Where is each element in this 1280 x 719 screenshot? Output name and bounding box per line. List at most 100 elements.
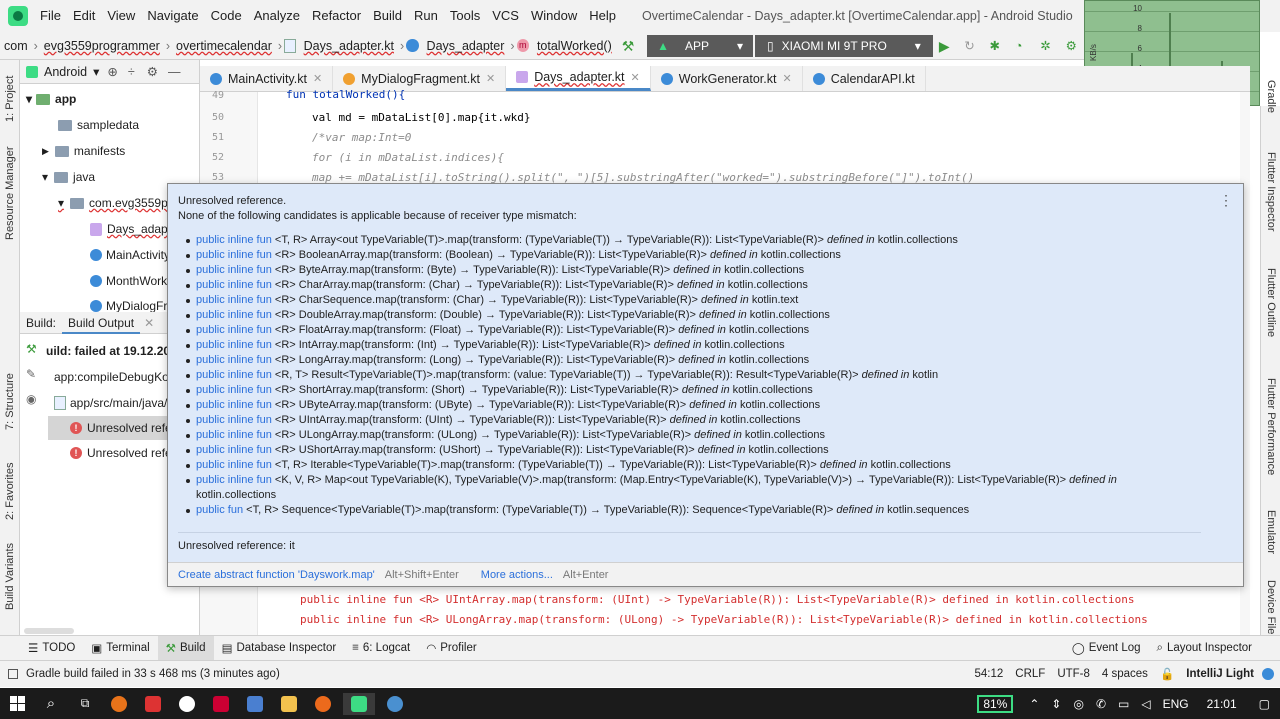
project-view-select[interactable]: Android xyxy=(44,65,87,79)
yandex-browser-icon[interactable] xyxy=(173,693,201,715)
minimize-icon[interactable]: — xyxy=(168,65,181,79)
breadcrumb-package-1[interactable]: evg3559programmer xyxy=(40,39,164,53)
caret-position[interactable]: 54:12 xyxy=(975,668,1004,680)
close-icon[interactable]: ✕ xyxy=(144,316,154,330)
pdf-reader-icon[interactable] xyxy=(207,693,235,715)
project-tool-tab[interactable]: 1: Project xyxy=(4,76,16,122)
tray-chevron-icon[interactable]: ⌃ xyxy=(1029,697,1039,711)
menu-run[interactable]: Run xyxy=(408,0,444,32)
lock-icon[interactable]: 🔓 xyxy=(1160,667,1174,681)
attach-debugger-icon[interactable]: ✲ xyxy=(1040,39,1053,53)
battery-indicator[interactable]: 81% xyxy=(977,694,1014,713)
status-message[interactable]: Gradle build failed in 33 s 468 ms (3 mi… xyxy=(26,668,280,680)
save-app-icon[interactable] xyxy=(241,693,269,715)
menu-vcs[interactable]: VCS xyxy=(486,0,525,32)
app-icon[interactable] xyxy=(309,693,337,715)
apply-changes-icon[interactable]: ↻ xyxy=(964,39,977,53)
hammer-icon[interactable]: ⚒ xyxy=(622,39,635,53)
clock[interactable]: 21:01 xyxy=(1207,697,1237,711)
terminal-tool-button[interactable]: ▣ Terminal xyxy=(83,636,157,661)
sync-gradle-icon[interactable]: ⚙ xyxy=(1066,39,1079,53)
breadcrumb-class[interactable]: Days_adapter xyxy=(423,39,509,53)
menu-help[interactable]: Help xyxy=(583,0,622,32)
menu-file[interactable]: File xyxy=(34,0,67,32)
build-tool-button[interactable]: ⚒ Build xyxy=(157,635,214,661)
close-icon[interactable]: ✕ xyxy=(313,72,322,85)
tree-item-mainactivity[interactable]: MainActivity xyxy=(90,248,170,262)
menu-refactor[interactable]: Refactor xyxy=(306,0,367,32)
menu-navigate[interactable]: Navigate xyxy=(141,0,204,32)
tray-app-icon[interactable]: ✆ xyxy=(1096,697,1106,711)
locate-icon[interactable]: ⊕ xyxy=(107,64,117,79)
close-icon[interactable]: ✕ xyxy=(631,71,640,84)
notifications-icon[interactable]: ▢ xyxy=(1259,697,1270,711)
layout-inspector-tool-button[interactable]: ⌕ Layout Inspector xyxy=(1149,636,1260,661)
more-actions-link[interactable]: More actions... xyxy=(481,569,553,581)
browser-icon[interactable] xyxy=(105,693,133,715)
windows-start-icon[interactable] xyxy=(3,693,31,715)
run-icon[interactable]: ▶ xyxy=(939,39,952,53)
profile-icon[interactable]: ◔ xyxy=(1015,39,1028,53)
flutter-outline-tool-tab[interactable]: Flutter Outline xyxy=(1265,268,1277,337)
build-scrollbar[interactable] xyxy=(24,628,74,634)
language-indicator[interactable]: ENG xyxy=(1163,697,1189,711)
theme-indicator[interactable]: IntelliJ Light xyxy=(1186,668,1254,680)
database-inspector-tool-button[interactable]: ▤ Database Inspector xyxy=(214,636,345,661)
todo-tool-button[interactable]: ☰ TODO xyxy=(20,636,83,661)
indent-setting[interactable]: 4 spaces xyxy=(1102,668,1148,680)
tree-item-days-adapter[interactable]: Days_adapte xyxy=(90,222,178,236)
gear-icon[interactable]: ⚙ xyxy=(147,64,158,79)
breadcrumb-file[interactable]: Days_adapter.kt xyxy=(300,39,398,53)
menu-analyze[interactable]: Analyze xyxy=(248,0,306,32)
breadcrumb-com[interactable]: com xyxy=(0,39,32,53)
build-file-row[interactable]: app/src/main/java/ xyxy=(54,396,167,410)
flutter-performance-tool-tab[interactable]: Flutter Performance xyxy=(1265,378,1277,475)
favorites-tool-tab[interactable]: 2: Favorites xyxy=(4,463,16,520)
tab-calendarapi[interactable]: CalendarAPI.kt xyxy=(803,66,926,91)
pin-icon[interactable]: ✎ xyxy=(26,367,36,381)
line-separator[interactable]: CRLF xyxy=(1015,668,1045,680)
volume-icon[interactable]: ◁ xyxy=(1141,697,1150,711)
tree-item-sampledata[interactable]: sampledata xyxy=(58,118,139,132)
notification-icon[interactable] xyxy=(1262,668,1274,680)
android-studio-taskbar-icon[interactable] xyxy=(343,692,375,715)
menu-build[interactable]: Build xyxy=(367,0,408,32)
more-options-icon[interactable]: ⋮ xyxy=(1219,192,1233,209)
device-file-tool-tab[interactable]: Device File xyxy=(1265,580,1277,634)
tree-item-monthworker[interactable]: MonthWorke xyxy=(90,274,174,288)
tab-days-adapter[interactable]: Days_adapter.kt ✕ xyxy=(506,66,651,91)
tree-item-mydialogfragment[interactable]: MyDialogFra xyxy=(90,300,174,312)
emulator-tool-tab[interactable]: Emulator xyxy=(1265,510,1277,554)
search-icon[interactable]: ⌕ xyxy=(37,693,65,715)
close-icon[interactable]: ✕ xyxy=(782,72,791,85)
eye-icon[interactable]: ◉ xyxy=(26,392,36,406)
logcat-tool-button[interactable]: ≡ 6: Logcat xyxy=(344,636,418,661)
debug-icon[interactable]: ✱ xyxy=(990,39,1003,53)
tray-app-icon[interactable]: ⇕ xyxy=(1051,697,1061,711)
structure-tool-tab[interactable]: 7: Structure xyxy=(4,373,16,430)
build-variants-tool-tab[interactable]: Build Variants xyxy=(4,543,16,610)
menu-view[interactable]: View xyxy=(101,0,141,32)
breadcrumb-package-2[interactable]: overtimecalendar xyxy=(172,39,276,53)
build-status-row[interactable]: uild: failed at 19.12.2020 xyxy=(46,344,183,358)
flutter-inspector-tool-tab[interactable]: Flutter Inspector xyxy=(1265,152,1277,231)
tree-item-app[interactable]: ▾ app xyxy=(26,92,76,106)
network-icon[interactable]: ▭ xyxy=(1118,697,1129,711)
file-encoding[interactable]: UTF-8 xyxy=(1057,668,1090,680)
gradle-tool-tab[interactable]: Gradle xyxy=(1265,80,1277,113)
tree-item-manifests[interactable]: ▶ manifests xyxy=(42,144,125,158)
menu-edit[interactable]: Edit xyxy=(67,0,101,32)
dropdown-icon[interactable]: ▾ xyxy=(93,64,99,79)
close-icon[interactable]: ✕ xyxy=(486,72,495,85)
build-task-row[interactable]: app:compileDebugKot xyxy=(54,370,172,384)
resource-manager-tool-tab[interactable]: Resource Manager xyxy=(4,146,16,240)
run-config-select[interactable]: ▲ APP ▾ xyxy=(647,34,754,57)
create-function-action[interactable]: Create abstract function 'Dayswork.map' xyxy=(178,569,375,581)
file-explorer-icon[interactable] xyxy=(275,693,303,715)
tree-item-package[interactable]: ▾ com.evg3559pro xyxy=(58,196,178,210)
breadcrumb-method[interactable]: totalWorked() xyxy=(533,39,616,53)
build-output-tab[interactable]: Build Output xyxy=(62,312,141,334)
menu-code[interactable]: Code xyxy=(205,0,248,32)
toggle-tool-windows-icon[interactable] xyxy=(8,669,18,679)
event-log-tool-button[interactable]: ◯ Event Log xyxy=(1064,636,1149,661)
